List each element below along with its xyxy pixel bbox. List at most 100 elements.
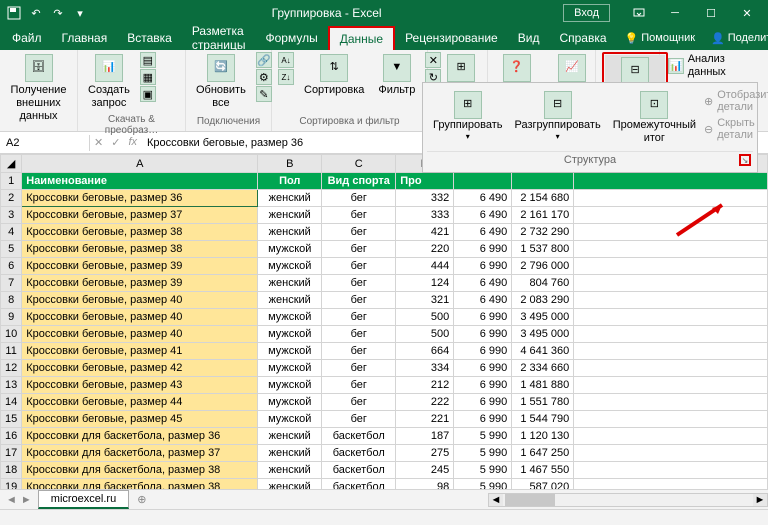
cell[interactable]: 5 990 <box>454 428 512 445</box>
row-header[interactable]: 15 <box>1 411 22 428</box>
sort-za-icon[interactable]: Z↓ <box>278 69 294 85</box>
cell[interactable]: бег <box>322 309 396 326</box>
horizontal-scrollbar[interactable]: ◄► <box>488 493 768 507</box>
cell[interactable]: мужской <box>258 377 322 394</box>
row-header[interactable]: 16 <box>1 428 22 445</box>
row-header[interactable]: 7 <box>1 275 22 292</box>
cell[interactable]: 6 990 <box>454 360 512 377</box>
cell[interactable]: 2 732 290 <box>512 224 574 241</box>
tab-insert[interactable]: Вставка <box>117 27 182 49</box>
cell[interactable]: Кроссовки беговые, размер 39 <box>22 275 258 292</box>
ungroup-button[interactable]: ⊟Разгруппировать▾ <box>509 87 607 149</box>
cell[interactable]: бег <box>322 411 396 428</box>
cell[interactable]: 221 <box>396 411 454 428</box>
cell[interactable]: Кроссовки беговые, размер 36 <box>22 190 258 207</box>
cell[interactable] <box>574 190 768 207</box>
filter-button[interactable]: ▼Фильтр <box>374 52 419 99</box>
row-header[interactable]: 6 <box>1 258 22 275</box>
row-header[interactable]: 18 <box>1 462 22 479</box>
cell[interactable]: 3 495 000 <box>512 309 574 326</box>
cell[interactable]: женский <box>258 462 322 479</box>
cell[interactable]: мужской <box>258 394 322 411</box>
cell[interactable]: 4 641 360 <box>512 343 574 360</box>
tab-data[interactable]: Данные <box>328 26 395 50</box>
next-sheet-icon[interactable]: ► <box>21 494 32 506</box>
cell[interactable]: 3 495 000 <box>512 326 574 343</box>
cell[interactable]: мужской <box>258 411 322 428</box>
sheet-tab[interactable]: microexcel.ru <box>38 490 129 509</box>
row-header[interactable]: 10 <box>1 326 22 343</box>
cell[interactable]: Кроссовки для баскетбола, размер 38 <box>22 462 258 479</box>
cell[interactable]: 421 <box>396 224 454 241</box>
login-button[interactable]: Вход <box>563 4 610 22</box>
cell[interactable] <box>574 173 768 190</box>
spreadsheet-grid[interactable]: ◢ A B C D E F 1 Наименование Пол Вид спо… <box>0 154 768 496</box>
cell[interactable]: мужской <box>258 360 322 377</box>
col-header[interactable]: C <box>322 155 396 173</box>
cell[interactable]: 6 990 <box>454 411 512 428</box>
cell[interactable]: 6 990 <box>454 309 512 326</box>
share-button[interactable]: 👤Поделиться <box>703 32 768 45</box>
row-header[interactable]: 13 <box>1 377 22 394</box>
cell[interactable]: Кроссовки беговые, размер 43 <box>22 377 258 394</box>
tab-review[interactable]: Рецензирование <box>395 27 508 49</box>
cell[interactable]: 6 990 <box>454 258 512 275</box>
row-header[interactable]: 17 <box>1 445 22 462</box>
cell[interactable]: 1 544 790 <box>512 411 574 428</box>
properties-icon[interactable]: ⚙ <box>256 69 272 85</box>
cell[interactable]: бег <box>322 275 396 292</box>
data-analysis-button[interactable]: 📊Анализ данных <box>666 52 750 80</box>
cell[interactable]: 2 154 680 <box>512 190 574 207</box>
refresh-all-button[interactable]: 🔄Обновить все <box>192 52 250 112</box>
cell[interactable]: 804 760 <box>512 275 574 292</box>
cell[interactable]: 6 490 <box>454 275 512 292</box>
cell[interactable]: мужской <box>258 258 322 275</box>
cell[interactable] <box>574 428 768 445</box>
cell[interactable]: 5 990 <box>454 445 512 462</box>
cell[interactable]: Кроссовки беговые, размер 45 <box>22 411 258 428</box>
cell[interactable] <box>574 445 768 462</box>
cell[interactable]: бег <box>322 241 396 258</box>
from-table-icon[interactable]: ▦ <box>140 69 156 85</box>
cell[interactable]: мужской <box>258 343 322 360</box>
cell[interactable] <box>574 275 768 292</box>
cell[interactable]: Кроссовки беговые, размер 40 <box>22 292 258 309</box>
close-button[interactable]: ✕ <box>730 2 764 24</box>
cell[interactable]: 1 481 880 <box>512 377 574 394</box>
prev-sheet-icon[interactable]: ◄ <box>6 494 17 506</box>
cell[interactable]: мужской <box>258 241 322 258</box>
cell[interactable] <box>574 343 768 360</box>
cell[interactable]: баскетбол <box>322 462 396 479</box>
cell[interactable]: бег <box>322 190 396 207</box>
cell[interactable]: 334 <box>396 360 454 377</box>
cell[interactable]: 500 <box>396 326 454 343</box>
cell[interactable] <box>512 173 574 190</box>
cell[interactable] <box>574 326 768 343</box>
cell[interactable] <box>574 377 768 394</box>
minimize-button[interactable]: ─ <box>658 2 692 24</box>
redo-icon[interactable]: ↷ <box>48 3 68 23</box>
cell[interactable]: 1 551 780 <box>512 394 574 411</box>
tab-formulas[interactable]: Формулы <box>255 27 327 49</box>
assistant-button[interactable]: 💡Помощник <box>617 32 704 45</box>
cell[interactable] <box>574 207 768 224</box>
tab-help[interactable]: Справка <box>549 27 616 49</box>
cell[interactable]: 245 <box>396 462 454 479</box>
cell[interactable]: Кроссовки для баскетбола, размер 36 <box>22 428 258 445</box>
ribbon-options-icon[interactable] <box>622 2 656 24</box>
cell[interactable]: 5 990 <box>454 462 512 479</box>
cell[interactable]: 6 490 <box>454 224 512 241</box>
show-queries-icon[interactable]: ▤ <box>140 52 156 68</box>
add-sheet-button[interactable]: ⊕ <box>129 493 154 506</box>
tab-view[interactable]: Вид <box>508 27 550 49</box>
cell[interactable]: баскетбол <box>322 428 396 445</box>
cell[interactable]: женский <box>258 428 322 445</box>
cell[interactable]: 6 490 <box>454 190 512 207</box>
tab-home[interactable]: Главная <box>52 27 118 49</box>
cell[interactable]: бег <box>322 343 396 360</box>
cell[interactable]: 6 990 <box>454 326 512 343</box>
cell[interactable]: Пол <box>258 173 322 190</box>
cell[interactable]: Кроссовки беговые, размер 39 <box>22 258 258 275</box>
show-detail-button[interactable]: ⊕Отобразить детали <box>702 87 768 115</box>
cell[interactable]: женский <box>258 190 322 207</box>
